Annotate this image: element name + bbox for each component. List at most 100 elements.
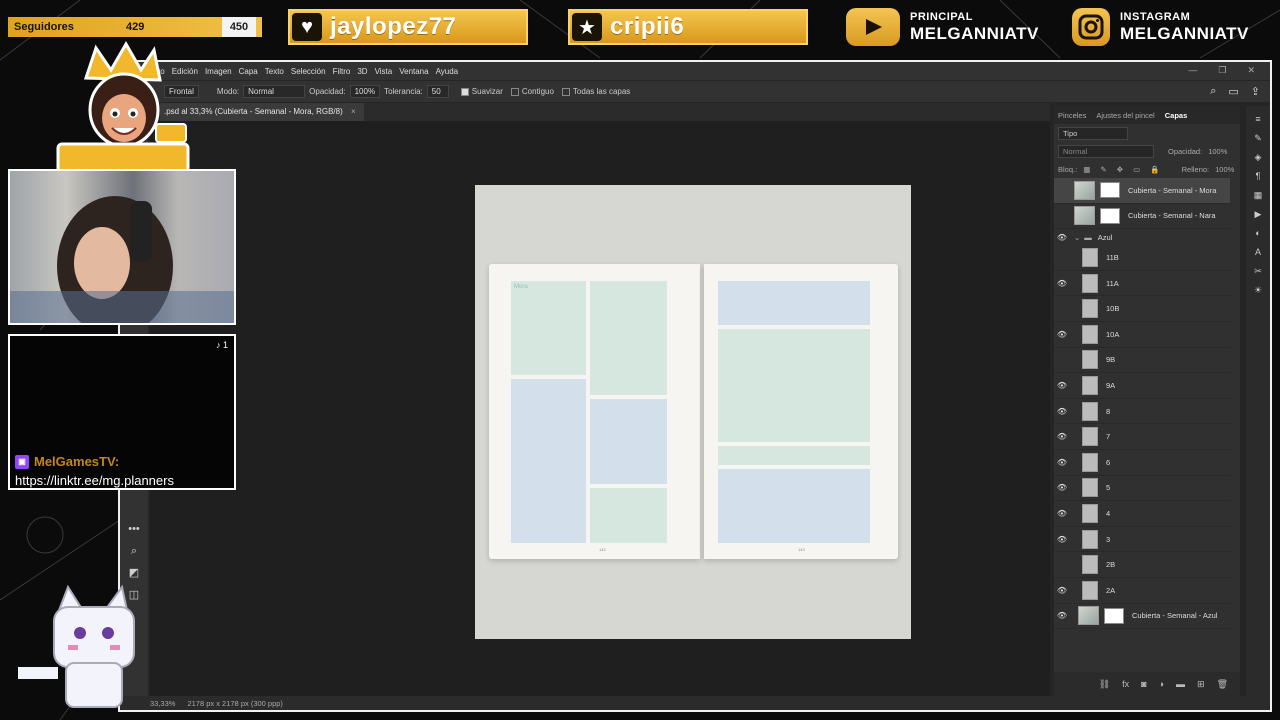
grid-icon[interactable]: ▦ <box>1252 189 1264 201</box>
layer-row[interactable]: 2B <box>1054 552 1230 578</box>
layer-row[interactable]: Cubierta - Semanal - Nara <box>1054 204 1230 230</box>
layer-row[interactable]: 👁 7 <box>1054 424 1230 450</box>
more-tools-icon[interactable]: ••• <box>127 522 141 536</box>
group-name: Azul <box>1097 232 1113 242</box>
menu-3d[interactable]: 3D <box>357 67 367 76</box>
menu-capa[interactable]: Capa <box>239 67 258 76</box>
workspace-icon[interactable]: ▭ <box>1228 85 1238 98</box>
all-layers-checkbox[interactable] <box>561 87 570 96</box>
new-group-icon[interactable]: ▬ <box>1176 679 1185 689</box>
tolerance-input[interactable]: 50 <box>426 85 449 98</box>
eye-icon[interactable]: 👁 <box>1054 535 1070 544</box>
layer-thumbnail <box>1082 503 1098 523</box>
add-mask-icon[interactable]: ◙ <box>1141 679 1146 689</box>
chevron-down-icon[interactable]: ⌄ <box>1074 233 1080 242</box>
menu-filtro[interactable]: Filtro <box>333 67 351 76</box>
menu-vista[interactable]: Vista <box>375 67 393 76</box>
lock-icons[interactable]: ▦ ✎ ✥ ▭ 🔒 <box>1083 165 1163 174</box>
layer-thumbnail <box>1082 427 1098 447</box>
heart-icon: ♥ <box>292 13 322 41</box>
layer-row[interactable]: 👁 8 <box>1054 399 1230 425</box>
tab-close-icon[interactable]: × <box>351 107 356 116</box>
mode-select[interactable]: Normal <box>243 85 306 98</box>
new-layer-icon[interactable]: ⊞ <box>1197 679 1205 690</box>
menu-ventana[interactable]: Ventana <box>399 67 428 76</box>
paragraph-icon[interactable]: ¶ <box>1252 170 1264 182</box>
instagram-label: INSTAGRAM <box>1120 11 1191 23</box>
char-icon[interactable]: A <box>1252 246 1264 258</box>
share-icon[interactable]: ⇪ <box>1251 85 1260 98</box>
eye-icon[interactable]: 👁 <box>1054 407 1070 416</box>
layer-filter-select[interactable]: Tipo <box>1058 126 1128 140</box>
zoom-tool-icon[interactable]: ⌕ <box>127 544 141 558</box>
layer-row[interactable]: 👁 4 <box>1054 501 1230 527</box>
adjust-icon[interactable]: ≡ <box>1252 113 1264 125</box>
eye-icon[interactable]: 👁 <box>1054 432 1070 441</box>
tiktok-icon: ♪ 1 <box>215 340 228 350</box>
layer-row[interactable]: 10B <box>1054 296 1230 322</box>
restore-icon[interactable]: ❐ <box>1218 65 1226 76</box>
contiguous-checkbox[interactable] <box>510 87 519 96</box>
tab-brush-settings[interactable]: Ajustes del pincel <box>1096 111 1154 120</box>
layer-row[interactable]: 👁 10A <box>1054 322 1230 348</box>
options-bar: Frontal Modo: Normal Opacidad: 100% Tole… <box>120 80 1270 102</box>
eye-icon[interactable]: 👁 <box>1054 330 1070 339</box>
tab-brushes[interactable]: Pinceles <box>1058 111 1086 120</box>
layer-row[interactable]: 👁 2A <box>1054 578 1230 604</box>
menu-imagen[interactable]: Imagen <box>205 67 232 76</box>
eye-icon[interactable]: 👁 <box>1054 381 1070 390</box>
fill-value[interactable]: 100% <box>1215 165 1234 174</box>
zoom-level[interactable]: 33,33% <box>150 699 175 708</box>
brush-icon[interactable]: ✎ <box>1252 132 1264 144</box>
panel-opacity-value[interactable]: 100% <box>1208 147 1227 156</box>
left-page-number: 142 <box>599 547 606 552</box>
eye-icon[interactable]: 👁 <box>1054 586 1070 595</box>
eye-icon[interactable]: 👁 <box>1054 458 1070 467</box>
layer-name: 5 <box>1106 483 1111 493</box>
link-icon[interactable]: ⛓ <box>1099 679 1110 690</box>
eye-icon[interactable]: 👁 <box>1054 611 1070 620</box>
opacity-input[interactable]: 100% <box>349 85 381 98</box>
layer-row[interactable]: 👁 9A <box>1054 373 1230 399</box>
layer-name: Cubierta - Semanal - Azul <box>1132 611 1218 621</box>
layer-row[interactable]: 9B <box>1054 348 1230 374</box>
layer-name: 8 <box>1106 406 1111 416</box>
tab-layers[interactable]: Capas <box>1165 111 1188 120</box>
search-icon[interactable]: ⌕ <box>1210 85 1216 98</box>
color-swatch-icon[interactable]: ◩ <box>127 566 141 580</box>
tools-icon[interactable]: ✂ <box>1252 265 1264 277</box>
eye-icon[interactable]: 👁 <box>1054 233 1070 242</box>
blend-mode-select[interactable]: Normal <box>1058 144 1154 158</box>
layer-row[interactable]: 11B <box>1054 245 1230 271</box>
layer-row[interactable]: 👁 6 <box>1054 450 1230 476</box>
layer-thumbnail <box>1082 452 1098 472</box>
layer-row[interactable]: 👁 Cubierta - Semanal - Azul <box>1054 604 1230 630</box>
eye-icon[interactable]: 👁 <box>1054 509 1070 518</box>
layer-row[interactable]: 👁 11A <box>1054 271 1230 297</box>
fx-icon[interactable]: fx <box>1122 679 1129 689</box>
eye-icon[interactable]: 👁 <box>1054 279 1070 288</box>
smooth-checkbox[interactable] <box>460 87 469 96</box>
subscriber-alert: ★ cripii6 <box>568 9 808 45</box>
menu-texto[interactable]: Texto <box>265 67 284 76</box>
chat-message: https://linktr.ee/mg.planners <box>15 473 174 488</box>
layer-row[interactable]: Cubierta - Semanal - Mora <box>1054 178 1230 204</box>
layer-row[interactable]: 👁 5 <box>1054 476 1230 502</box>
layout-block <box>718 281 870 325</box>
layer-row[interactable]: 👁 3 <box>1054 527 1230 553</box>
play-icon[interactable]: ▶ <box>1252 208 1264 220</box>
minimize-icon[interactable]: — <box>1188 65 1197 76</box>
panel-icon-column: ≡ ✎ ◈ ¶ ▦ ▶ ◐ A ✂ ☀ <box>1246 106 1270 696</box>
trash-icon[interactable]: 🗑 <box>1217 679 1228 690</box>
layers-icon[interactable]: ◈ <box>1252 151 1264 163</box>
layer-group-azul[interactable]: 👁 ⌄ ▬ Azul <box>1054 229 1230 245</box>
light-icon[interactable]: ☀ <box>1252 284 1264 296</box>
folder-icon: ▬ <box>1084 232 1092 242</box>
color-icon[interactable]: ◐ <box>1252 227 1264 239</box>
eye-icon[interactable]: 👁 <box>1054 483 1070 492</box>
menu-ayuda[interactable]: Ayuda <box>436 67 459 76</box>
close-icon[interactable]: ✕ <box>1247 65 1255 76</box>
canvas-area[interactable]: Mora 142 143 <box>150 121 1050 696</box>
menu-seleccion[interactable]: Selección <box>291 67 326 76</box>
adjustment-icon[interactable]: ◑ <box>1159 679 1164 689</box>
